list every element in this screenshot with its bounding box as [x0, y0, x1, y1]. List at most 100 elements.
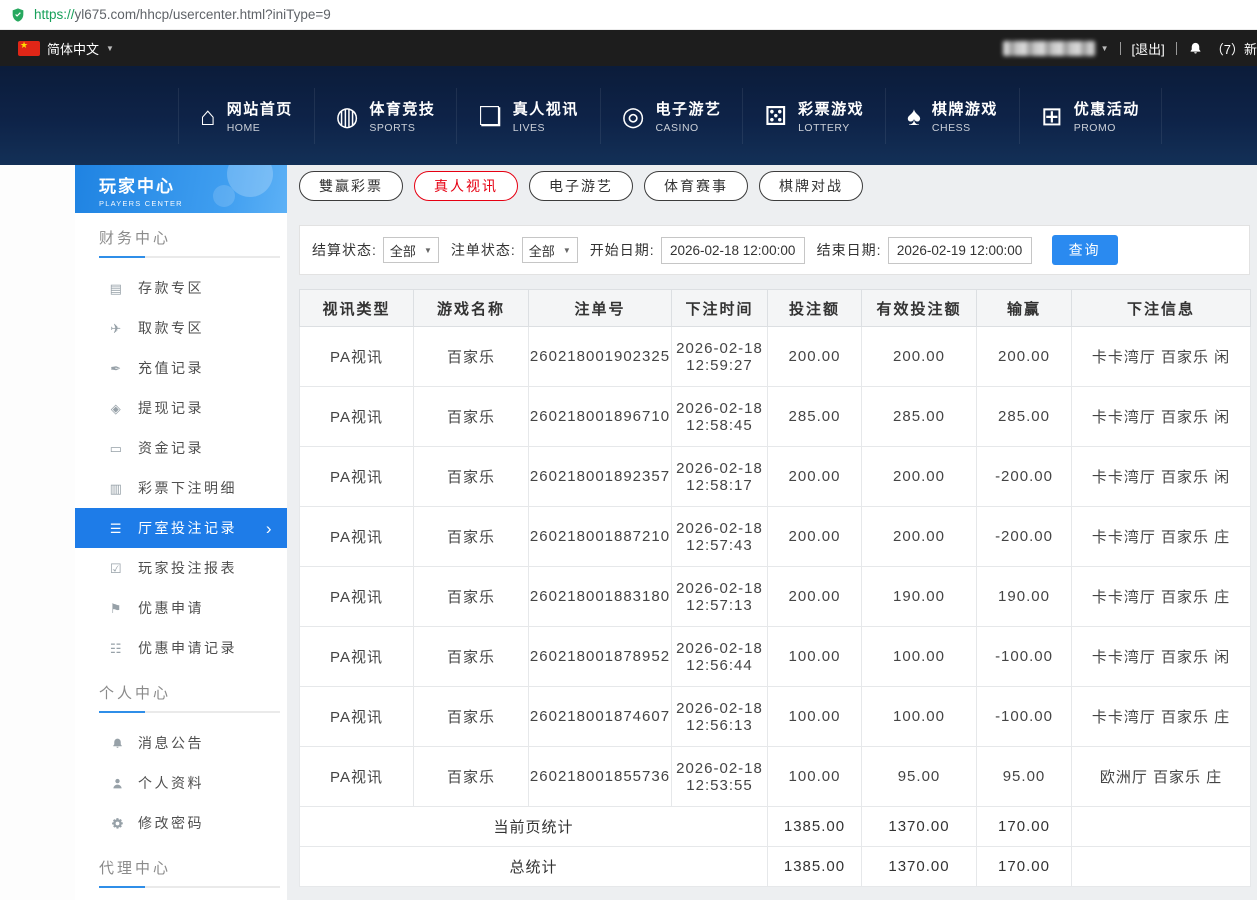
- funds-record-icon: ▭: [109, 442, 125, 455]
- summary-valid-bet: 1370.00: [862, 847, 977, 887]
- query-button[interactable]: 查询: [1052, 235, 1118, 265]
- home-icon: ⌂: [200, 103, 216, 129]
- tab-sports-events[interactable]: 体育赛事: [644, 171, 748, 201]
- cell-valid-bet: 190.00: [862, 567, 977, 627]
- cell-game-name: 百家乐: [414, 387, 529, 447]
- sidebar-item-promo-apply-record[interactable]: ☷优惠申请记录: [75, 628, 287, 668]
- nav-label-en: CASINO: [655, 122, 721, 134]
- tab-live-video[interactable]: 真人视讯: [414, 171, 518, 201]
- sidebar-item-withdraw[interactable]: ✈取款专区: [75, 308, 287, 348]
- sidebar-item-recharge-record[interactable]: ✒充值记录: [75, 348, 287, 388]
- nav-label-en: LOTTERY: [798, 122, 864, 134]
- cell-game-name: 百家乐: [414, 327, 529, 387]
- cell-win-loss: -100.00: [977, 627, 1072, 687]
- language-label: 简体中文: [47, 39, 99, 58]
- cell-bet-info: 卡卡湾厅 百家乐 闲: [1072, 387, 1251, 447]
- sidebar-item-withdrawal-record[interactable]: ◈提现记录: [75, 388, 287, 428]
- cell-bet-info: 卡卡湾厅 百家乐 闲: [1072, 327, 1251, 387]
- language-selector[interactable]: ★ 简体中文 ▼: [18, 39, 114, 58]
- nav-item-lottery[interactable]: ⚄彩票游戏LOTTERY: [743, 88, 886, 144]
- notification-bell-icon[interactable]: [1188, 41, 1203, 56]
- column-header: 有效投注额: [862, 290, 977, 327]
- sidebar-item-lottery-bet-detail[interactable]: ▥彩票下注明细: [75, 468, 287, 508]
- url-text[interactable]: https://yl675.com/hhcp/usercenter.html?i…: [34, 7, 331, 22]
- sidebar-item-player-bet-report[interactable]: ☑玩家投注报表: [75, 548, 287, 588]
- players-center-subtitle: PLAYERS CENTER: [99, 199, 287, 208]
- players-center-header: 玩家中心 PLAYERS CENTER: [75, 165, 287, 213]
- cell-bet-time: 2026-02-1812:57:43: [672, 507, 768, 567]
- cell-game-name: 百家乐: [414, 567, 529, 627]
- nav-label-zh: 电子游艺: [655, 98, 721, 119]
- column-header: 注单号: [529, 290, 672, 327]
- nav-label-zh: 体育竞技: [369, 98, 435, 119]
- sidebar-item-label: 存款专区: [138, 278, 204, 298]
- sidebar-item-deposit[interactable]: ▤存款专区: [75, 268, 287, 308]
- nav-item-chess[interactable]: ♠棋牌游戏CHESS: [886, 88, 1020, 144]
- cell-order-no: 260218001874607: [529, 687, 672, 747]
- promo-apply-record-icon: ☷: [109, 642, 125, 655]
- filter-bar: 结算状态: 全部 ▼ 注单状态: 全部 ▼ 开始日期: 结束日期: 查询: [299, 225, 1250, 275]
- basketball-icon: ◍: [336, 103, 359, 129]
- start-date-input[interactable]: [661, 237, 805, 264]
- tab-e-games[interactable]: 电子游艺: [529, 171, 633, 201]
- user-menu-caret-icon[interactable]: ▼: [1101, 44, 1109, 53]
- cell-video-type: PA视讯: [300, 387, 414, 447]
- browser-address-bar[interactable]: https://yl675.com/hhcp/usercenter.html?i…: [0, 0, 1257, 30]
- cell-game-name: 百家乐: [414, 507, 529, 567]
- logout-link[interactable]: [退出]: [1132, 39, 1165, 58]
- cell-bet-amount: 200.00: [768, 507, 862, 567]
- end-date-input[interactable]: [888, 237, 1032, 264]
- sidebar-item-profile[interactable]: 个人资料: [75, 763, 287, 803]
- section-underline: [99, 886, 280, 888]
- sidebar-item-label: 取款专区: [138, 318, 204, 338]
- tab-double-win-lottery[interactable]: 雙赢彩票: [299, 171, 403, 201]
- cell-valid-bet: 200.00: [862, 507, 977, 567]
- cell-valid-bet: 200.00: [862, 327, 977, 387]
- url-path: yl675.com/hhcp/usercenter.html?iniType=9: [75, 7, 331, 22]
- table-row: PA视讯百家乐2602180018923572026-02-1812:58:17…: [300, 447, 1251, 507]
- divider: [1176, 42, 1177, 55]
- sidebar-item-promo-apply[interactable]: ⚑优惠申请: [75, 588, 287, 628]
- gear-icon: [109, 817, 125, 830]
- promo-apply-icon: ⚑: [109, 602, 125, 615]
- nav-label-zh: 棋牌游戏: [932, 98, 998, 119]
- summary-bet-amount: 1385.00: [768, 807, 862, 847]
- cell-game-name: 百家乐: [414, 747, 529, 807]
- cell-video-type: PA视讯: [300, 627, 414, 687]
- settlement-status-select[interactable]: 全部 ▼: [383, 237, 439, 263]
- sidebar-section-heading: 财务中心: [75, 213, 287, 258]
- nav-label-zh: 彩票游戏: [798, 98, 864, 119]
- sidebar-item-gear[interactable]: 修改密码: [75, 803, 287, 843]
- nav-item-sports[interactable]: ◍体育竞技SPORTS: [315, 88, 458, 144]
- tab-board-games[interactable]: 棋牌对战: [759, 171, 863, 201]
- summary-win-loss: 170.00: [977, 847, 1072, 887]
- left-gutter: [0, 165, 75, 900]
- cell-bet-time: 2026-02-1812:56:13: [672, 687, 768, 747]
- cell-video-type: PA视讯: [300, 327, 414, 387]
- nav-items-container: ⌂网站首页HOME◍体育竞技SPORTS❏真人视讯LIVES◎电子游艺CASIN…: [178, 88, 1162, 144]
- nav-item-casino[interactable]: ◎电子游艺CASINO: [601, 88, 744, 144]
- main-content: 雙赢彩票真人视讯电子游艺体育赛事棋牌对战 结算状态: 全部 ▼ 注单状态: 全部…: [299, 165, 1250, 900]
- cell-game-name: 百家乐: [414, 627, 529, 687]
- sidebar-item-hall-bet-record[interactable]: ☰厅室投注记录›: [75, 508, 287, 548]
- gift-icon: ⊞: [1041, 103, 1063, 129]
- category-tabs: 雙赢彩票真人视讯电子游艺体育赛事棋牌对战: [299, 165, 1250, 201]
- summary-label: 当前页统计: [300, 807, 768, 847]
- sidebar-item-funds-record[interactable]: ▭资金记录: [75, 428, 287, 468]
- sidebar-item-label: 消息公告: [138, 733, 204, 753]
- nav-item-promo[interactable]: ⊞优惠活动PROMO: [1020, 88, 1162, 144]
- new-messages-link[interactable]: （7）新消息: [1211, 39, 1257, 58]
- sidebar-item-bell[interactable]: 消息公告: [75, 723, 287, 763]
- sidebar-section-heading: 个人中心: [75, 668, 287, 713]
- profile-icon: [109, 777, 125, 790]
- end-date-label: 结束日期:: [817, 240, 882, 260]
- cell-game-name: 百家乐: [414, 447, 529, 507]
- order-status-select[interactable]: 全部 ▼: [522, 237, 578, 263]
- username-redacted[interactable]: [1003, 41, 1095, 56]
- withdrawal-record-icon: ◈: [109, 402, 125, 415]
- column-header: 下注信息: [1072, 290, 1251, 327]
- nav-item-lives[interactable]: ❏真人视讯LIVES: [457, 88, 600, 144]
- cell-bet-time: 2026-02-1812:58:17: [672, 447, 768, 507]
- nav-item-home[interactable]: ⌂网站首页HOME: [178, 88, 315, 144]
- nav-label-zh: 网站首页: [227, 98, 293, 119]
